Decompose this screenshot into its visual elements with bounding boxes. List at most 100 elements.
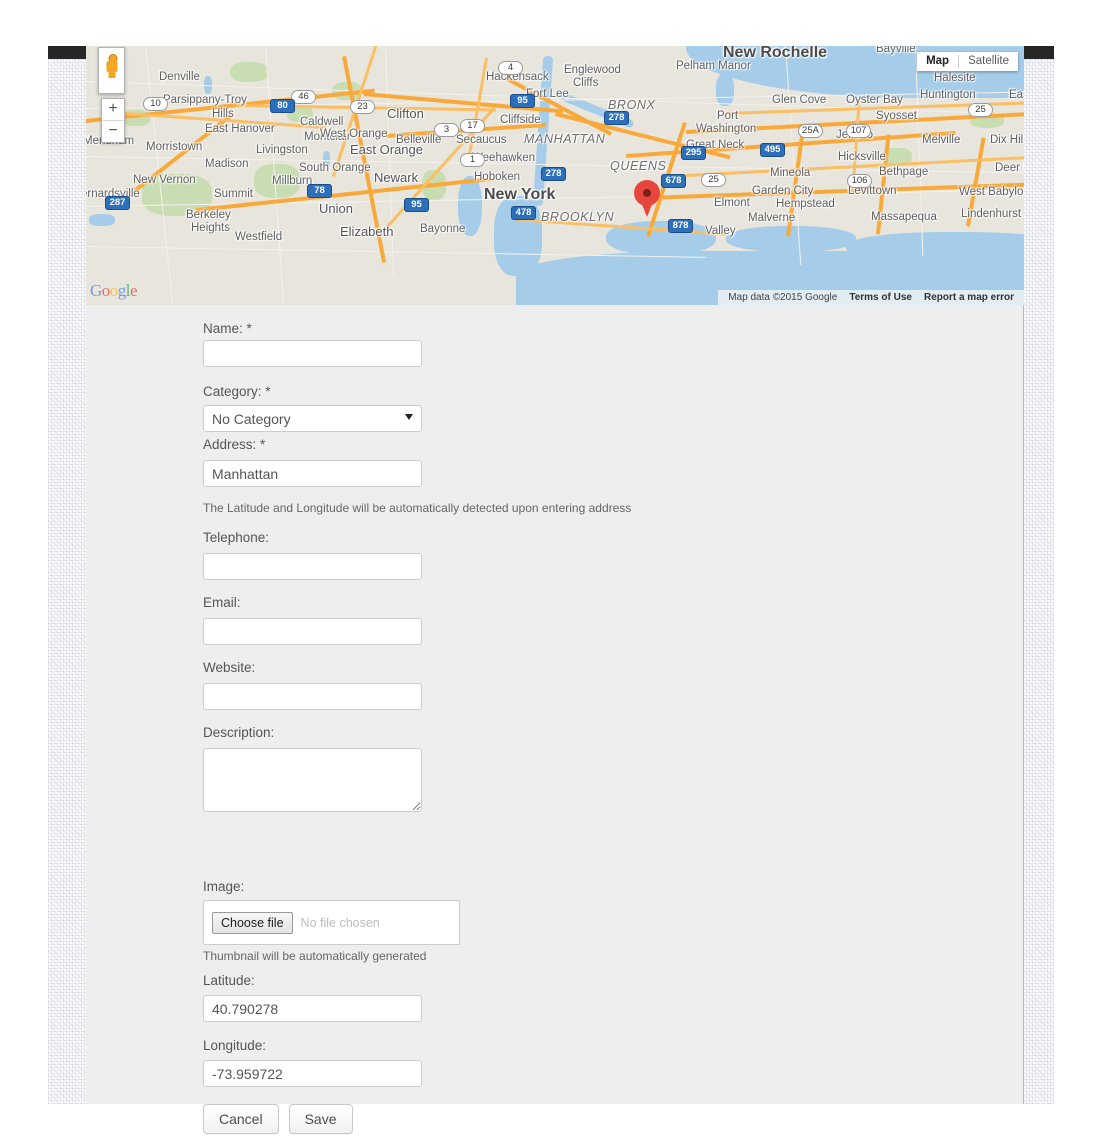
name-field-wrap xyxy=(203,340,422,367)
website-input[interactable] xyxy=(203,683,422,710)
map-water-hempstead-bay xyxy=(726,226,856,252)
google-logo-watermark: Google xyxy=(90,281,137,301)
cancel-button[interactable]: Cancel xyxy=(203,1104,279,1134)
longitude-field-wrap xyxy=(203,1060,422,1087)
map-route-shield: 25 xyxy=(968,103,993,117)
name-label: Name: * xyxy=(203,321,252,336)
longitude-label-wrap: Longitude: xyxy=(203,1038,266,1053)
map-route-shield: 295 xyxy=(681,146,706,160)
latitude-label-wrap: Latitude: xyxy=(203,973,255,988)
file-status-text: No file chosen xyxy=(301,916,380,930)
pegman-legs xyxy=(108,72,115,78)
latlng-hint: The Latitude and Longitude will be autom… xyxy=(203,501,631,515)
map-route-shield: 4 xyxy=(498,61,523,75)
thumbnail-hint-wrap: Thumbnail will be automatically generate… xyxy=(203,949,426,963)
map-water-manhasset-bay xyxy=(716,74,734,106)
map-type-control[interactable]: Map Satellite xyxy=(917,52,1018,71)
website-label: Website: xyxy=(203,660,255,675)
map-route-shield: 25A xyxy=(798,124,823,138)
email-label-wrap: Email: xyxy=(203,595,241,610)
map-attribution-bar: Map data ©2015 Google Terms of Use Repor… xyxy=(718,290,1024,305)
terms-of-use-link[interactable]: Terms of Use xyxy=(849,290,912,305)
pegman-figure xyxy=(106,54,117,78)
choose-file-button[interactable]: Choose file xyxy=(212,912,293,934)
address-input[interactable] xyxy=(203,460,422,487)
description-textarea[interactable] xyxy=(203,748,422,812)
category-label-wrap: Category: * xyxy=(203,384,271,399)
website-label-wrap: Website: xyxy=(203,660,255,675)
map-route-shield: 17 xyxy=(460,119,485,133)
category-field-wrap: No Category xyxy=(203,405,422,432)
map-route-shield: 478 xyxy=(511,206,536,220)
email-label: Email: xyxy=(203,595,241,610)
map-zoom-controls[interactable]: + − xyxy=(101,98,125,143)
map-water-newark-bay xyxy=(458,176,482,236)
marker-hole xyxy=(643,189,651,197)
map-route-shield: 278 xyxy=(541,167,566,181)
map-route-shield: 95 xyxy=(510,94,535,108)
location-map[interactable]: New RochelleBayvillePelham ManorEnglewoo… xyxy=(86,46,1024,306)
report-map-error-link[interactable]: Report a map error xyxy=(924,290,1014,305)
thumbnail-hint: Thumbnail will be automatically generate… xyxy=(203,949,426,963)
telephone-label: Telephone: xyxy=(203,530,269,545)
map-route-shield: 1 xyxy=(460,153,485,167)
latitude-label: Latitude: xyxy=(203,973,255,988)
map-location-marker[interactable] xyxy=(634,180,660,218)
image-field-wrap: Choose file No file chosen xyxy=(203,900,460,945)
image-label-wrap: Image: xyxy=(203,879,244,894)
pegman-body xyxy=(106,61,117,72)
form-actions: Cancel Save xyxy=(203,1104,353,1134)
longitude-label: Longitude: xyxy=(203,1038,266,1053)
map-route-shield: 23 xyxy=(350,100,375,114)
telephone-input[interactable] xyxy=(203,553,422,580)
latlng-hint-wrap: The Latitude and Longitude will be autom… xyxy=(203,501,631,515)
map-route-shield: 3 xyxy=(434,123,459,137)
description-label: Description: xyxy=(203,725,274,740)
category-select[interactable]: No Category xyxy=(203,405,422,432)
description-label-wrap: Description: xyxy=(203,725,274,740)
address-field-wrap xyxy=(203,460,422,487)
map-route-shield: 287 xyxy=(105,196,130,210)
map-canvas[interactable]: New RochelleBayvillePelham ManorEnglewoo… xyxy=(86,46,1024,305)
save-button[interactable]: Save xyxy=(289,1104,353,1134)
website-field-wrap xyxy=(203,683,422,710)
image-label: Image: xyxy=(203,879,244,894)
latitude-input[interactable] xyxy=(203,995,422,1022)
map-route-shield: 95 xyxy=(404,198,429,212)
map-route-shield: 78 xyxy=(307,184,332,198)
map-route-shield: 107 xyxy=(846,124,871,138)
map-type-satellite-button[interactable]: Satellite xyxy=(959,52,1018,71)
file-input-box[interactable]: Choose file No file chosen xyxy=(203,900,460,945)
zoom-out-button[interactable]: − xyxy=(102,121,124,142)
map-water-greatsouth-bay xyxy=(846,232,1024,262)
map-route-shield: 278 xyxy=(604,111,629,125)
longitude-input[interactable] xyxy=(203,1060,422,1087)
address-label-wrap: Address: * xyxy=(203,437,265,452)
name-label-wrap: Name: * xyxy=(203,321,252,336)
telephone-field-wrap xyxy=(203,553,422,580)
category-label: Category: * xyxy=(203,384,271,399)
map-type-map-button[interactable]: Map xyxy=(917,52,958,71)
address-label: Address: * xyxy=(203,437,265,452)
zoom-in-button[interactable]: + xyxy=(102,99,124,121)
map-route-shield: 678 xyxy=(661,174,686,188)
telephone-label-wrap: Telephone: xyxy=(203,530,269,545)
email-field-wrap xyxy=(203,618,422,645)
map-route-shield: 10 xyxy=(143,97,168,111)
map-park-b xyxy=(254,164,300,198)
street-view-pegman-icon[interactable] xyxy=(98,47,125,94)
map-route-shield: 25 xyxy=(701,173,726,187)
map-route-shield: 80 xyxy=(270,99,295,113)
map-route-shield: 878 xyxy=(668,219,693,233)
map-route-shield: 495 xyxy=(760,143,785,157)
map-park-c xyxy=(230,62,268,82)
map-data-copyright: Map data ©2015 Google xyxy=(728,290,837,305)
latitude-field-wrap xyxy=(203,995,422,1022)
map-route-shield: 106 xyxy=(847,174,872,188)
location-form: Name: * Category: * No Category Address:… xyxy=(86,305,1024,1104)
email-input[interactable] xyxy=(203,618,422,645)
map-water-oyster-bay xyxy=(812,56,852,90)
description-field-wrap xyxy=(203,748,422,817)
map-water-reservoir-b xyxy=(323,151,330,166)
name-input[interactable] xyxy=(203,340,422,367)
